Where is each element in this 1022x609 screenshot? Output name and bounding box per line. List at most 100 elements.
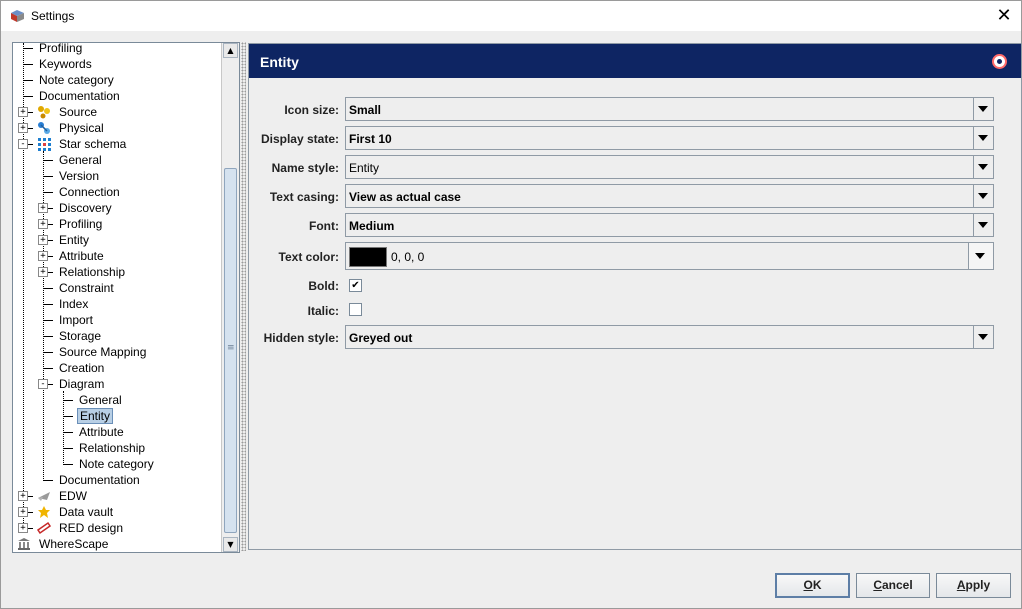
tree-item[interactable]: Note category <box>77 456 156 472</box>
expand-icon[interactable]: + <box>38 267 48 277</box>
text-casing-value: View as actual case <box>349 190 461 204</box>
tree-item-label: Storage <box>59 329 102 343</box>
icon-size-select[interactable]: Small <box>345 97 994 121</box>
tree-item[interactable]: Relationship <box>77 440 147 456</box>
name-style-select[interactable]: Entity <box>345 155 994 179</box>
collapse-icon[interactable]: - <box>38 379 48 389</box>
help-icon[interactable] <box>992 54 1007 69</box>
title-bar: Settings ✕ <box>1 1 1021 31</box>
tree-item[interactable]: Profiling <box>57 216 104 232</box>
hidden-style-select[interactable]: Greyed out <box>345 325 994 349</box>
tree-item-label: Connection <box>59 185 120 199</box>
tree-guide-line <box>43 151 44 481</box>
tree-item[interactable]: Data vault <box>57 504 115 520</box>
settings-tree[interactable]: Profiling Keywords Note category Documentat… <box>12 42 240 553</box>
collapse-icon[interactable]: - <box>18 139 28 149</box>
tree-item[interactable]: Keywords <box>37 56 94 72</box>
expand-icon[interactable]: + <box>18 523 28 533</box>
text-casing-select[interactable]: View as actual case <box>345 184 994 208</box>
tree-item[interactable]: Attribute <box>57 248 106 264</box>
tree-connector <box>43 336 53 337</box>
chevron-down-icon[interactable] <box>973 326 993 348</box>
edw-icon <box>37 489 51 503</box>
expand-icon[interactable]: + <box>18 507 28 517</box>
tree-connector <box>23 96 33 97</box>
tree-item[interactable]: Storage <box>57 328 103 344</box>
tree-item[interactable]: RED design <box>57 520 125 536</box>
tree-connector <box>43 304 53 305</box>
display-state-select[interactable]: First 10 <box>345 126 994 150</box>
expand-icon[interactable]: + <box>38 235 48 245</box>
tree-item[interactable]: Index <box>57 296 90 312</box>
tree-item[interactable]: Documentation <box>57 472 142 488</box>
scroll-down-button[interactable]: ▼ <box>223 537 238 552</box>
tree-item[interactable]: Version <box>57 168 101 184</box>
tree-item-label: General <box>59 153 102 167</box>
tree-item[interactable]: Documentation <box>37 88 122 104</box>
apply-button[interactable]: Apply <box>936 573 1011 598</box>
tree-item-label: General <box>79 393 122 407</box>
tree-item[interactable]: Note category <box>37 72 116 88</box>
chevron-down-icon[interactable] <box>973 127 993 149</box>
tree-connector <box>43 192 53 193</box>
tree-item[interactable]: EDW <box>57 488 89 504</box>
display-state-value: First 10 <box>349 132 392 146</box>
close-icon[interactable]: ✕ <box>993 5 1015 27</box>
font-label: Font: <box>309 219 339 233</box>
tree-item[interactable]: Entity <box>77 408 114 424</box>
tree-item[interactable]: Discovery <box>57 200 114 216</box>
tree-connector <box>63 448 73 449</box>
tree-item[interactable]: Constraint <box>57 280 116 296</box>
text-color-picker[interactable]: 0, 0, 0 <box>345 242 994 270</box>
bold-checkbox[interactable]: ✔ <box>349 279 362 292</box>
tree-scrollbar[interactable]: ▲ ≡ ▼ <box>221 43 239 552</box>
tree-item-label: Entity <box>77 408 114 424</box>
settings-window: Settings ✕ Profiling Keywords Note categor… <box>0 0 1022 609</box>
scroll-up-button[interactable]: ▲ <box>223 43 238 58</box>
chevron-down-icon[interactable] <box>973 156 993 178</box>
cancel-button[interactable]: Cancel <box>856 573 930 598</box>
chevron-down-icon[interactable] <box>968 242 994 270</box>
tree-connector <box>63 464 73 465</box>
ok-button[interactable]: OK <box>775 573 850 598</box>
panel-title: Entity <box>260 54 299 70</box>
tree-item[interactable]: Diagram <box>57 376 106 392</box>
tree-connector <box>43 320 53 321</box>
chevron-down-icon[interactable] <box>973 98 993 120</box>
name-style-label: Name style: <box>271 161 339 175</box>
tree-item[interactable]: Connection <box>57 184 122 200</box>
chevron-down-icon[interactable] <box>973 185 993 207</box>
split-pane-divider[interactable] <box>241 42 246 551</box>
tree-item[interactable]: Relationship <box>57 264 127 280</box>
expand-icon[interactable]: + <box>18 123 28 133</box>
chevron-down-icon[interactable] <box>973 214 993 236</box>
physical-icon <box>37 121 51 135</box>
tree-item[interactable]: General <box>77 392 124 408</box>
tree-item[interactable]: Creation <box>57 360 106 376</box>
expand-icon[interactable]: + <box>38 251 48 261</box>
tree-item[interactable]: Import <box>57 312 95 328</box>
tree-item-label: Documentation <box>39 89 120 103</box>
tree-item[interactable]: General <box>57 152 104 168</box>
expand-icon[interactable]: + <box>38 203 48 213</box>
tree-item[interactable]: Source Mapping <box>57 344 148 360</box>
tree-connector <box>43 352 53 353</box>
italic-checkbox[interactable] <box>349 303 362 316</box>
tree-item-label: EDW <box>59 489 87 503</box>
tree-item-label: Star schema <box>59 137 127 151</box>
tree-item-label: Note category <box>79 457 154 471</box>
tree-item[interactable]: Source <box>57 104 99 120</box>
scroll-thumb[interactable]: ≡ <box>224 168 237 533</box>
tree-item[interactable]: Profiling <box>37 43 84 56</box>
tree-item[interactable]: Physical <box>57 120 106 136</box>
tree-item[interactable]: Entity <box>57 232 91 248</box>
expand-icon[interactable]: + <box>18 491 28 501</box>
expand-icon[interactable]: + <box>38 219 48 229</box>
tree-item-label: Discovery <box>59 201 112 215</box>
tree-connector <box>23 80 33 81</box>
tree-item[interactable]: Attribute <box>77 424 126 440</box>
tree-item[interactable]: WhereScape <box>37 536 110 552</box>
tree-item[interactable]: Star schema <box>57 136 128 152</box>
expand-icon[interactable]: + <box>18 107 28 117</box>
font-select[interactable]: Medium <box>345 213 994 237</box>
